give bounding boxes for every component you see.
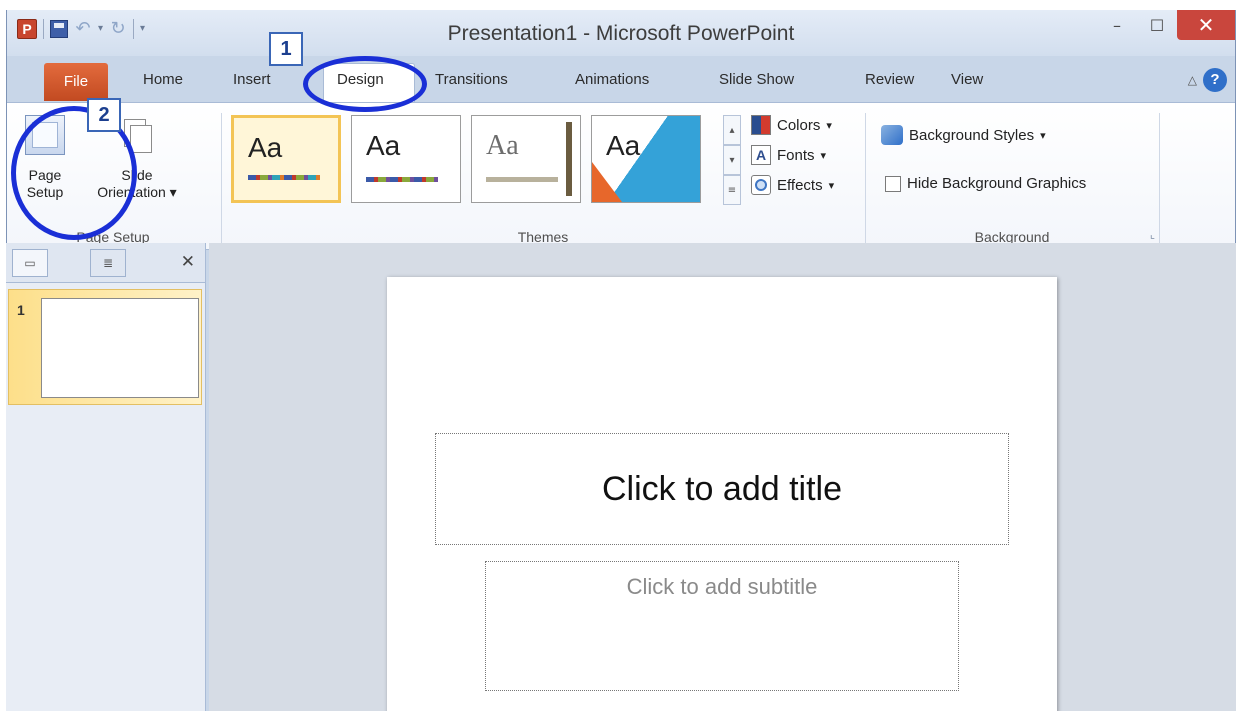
theme-color-bar [248, 175, 320, 180]
hide-background-graphics-label: Hide Background Graphics [907, 175, 1087, 192]
theme-office-2[interactable]: Aa [351, 115, 461, 203]
tab-insert[interactable]: Insert [233, 71, 271, 88]
help-icon[interactable]: ? [1203, 68, 1227, 92]
minimize-ribbon-icon[interactable]: △ [1188, 73, 1197, 87]
fonts-button[interactable]: A Fonts ▾ [751, 145, 826, 165]
gallery-more-icon[interactable]: ≡ [723, 175, 741, 205]
dialog-launcher-icon[interactable]: ⌞ [1150, 228, 1155, 241]
theme-color-bar [486, 177, 558, 182]
chevron-down-icon: ▾ [826, 119, 832, 132]
title-placeholder[interactable]: Click to add title [435, 433, 1009, 545]
orientation-page-front [130, 125, 152, 153]
window-controls: – ☐ ✕ [1097, 10, 1235, 40]
tab-transitions[interactable]: Transitions [435, 71, 508, 88]
ribbon: Page Setup Slide Orientation ▾ Page Setu… [7, 102, 1235, 250]
theme-accent-triangle [592, 162, 622, 202]
gallery-down-icon[interactable]: ▾ [723, 145, 741, 175]
group-separator [1159, 113, 1160, 243]
slide-thumbnail-number: 1 [17, 302, 25, 318]
slides-panel: ▭ ≣ ✕ 1 [6, 243, 206, 711]
group-separator [865, 113, 866, 243]
effects-label: Effects [777, 176, 823, 194]
slides-panel-tabs: ▭ ≣ ✕ [6, 243, 205, 283]
gallery-up-icon[interactable]: ▴ [723, 115, 741, 145]
slide-thumbnail[interactable] [41, 298, 199, 398]
background-styles-label: Background Styles [909, 126, 1035, 144]
slide-canvas[interactable]: Click to add title Click to add subtitle [387, 277, 1057, 711]
tab-review[interactable]: Review [865, 71, 914, 88]
chevron-down-icon: ▾ [820, 149, 827, 162]
colors-label: Colors [777, 116, 821, 134]
slide-editing-area: Click to add title Click to add subtitle [209, 243, 1236, 711]
group-separator [221, 113, 222, 243]
slides-tab-icon[interactable]: ▭ [12, 249, 48, 277]
theme-serif[interactable]: Aa [471, 115, 581, 203]
checkbox-icon[interactable] [885, 175, 901, 192]
annotation-ellipse-design [303, 56, 427, 112]
hide-background-graphics-checkbox[interactable]: Hide Background Graphics [885, 175, 1086, 192]
minimize-button[interactable]: – [1097, 10, 1137, 40]
slide-thumbnail-item[interactable]: 1 [8, 289, 202, 405]
window-title: Presentation1 - Microsoft PowerPoint [447, 22, 795, 45]
close-button[interactable]: ✕ [1177, 10, 1235, 40]
effects-icon [751, 175, 771, 195]
themes-gallery: Aa Aa Aa Aa [231, 115, 711, 207]
theme-sample-text: Aa [366, 130, 401, 161]
theme-sample-text: Aa [606, 130, 641, 161]
themes-gallery-scroll: ▴ ▾ ≡ [723, 115, 741, 205]
chevron-down-icon: ▾ [828, 179, 835, 192]
fonts-icon: A [751, 145, 771, 165]
theme-sample-text: Aa [248, 132, 283, 163]
chevron-down-icon: ▾ [1040, 129, 1046, 142]
maximize-button[interactable]: ☐ [1137, 10, 1177, 40]
tab-animations[interactable]: Animations [575, 71, 649, 88]
background-styles-icon [881, 125, 903, 145]
background-styles-button[interactable]: Background Styles ▾ [881, 125, 1046, 145]
tab-slide-show[interactable]: Slide Show [719, 71, 794, 88]
fonts-label: Fonts [777, 146, 815, 164]
chevron-down-icon: ▾ [169, 184, 177, 200]
tab-view[interactable]: View [951, 71, 983, 88]
theme-office[interactable]: Aa [231, 115, 341, 203]
theme-blue-angle[interactable]: Aa [591, 115, 701, 203]
theme-sample-text: Aa [486, 130, 519, 161]
title-bar: P ↶ ▾ ↻ ▾ Presentation1 - Microsoft Powe… [7, 10, 1235, 56]
annotation-callout-2: 2 [87, 98, 121, 132]
theme-accent-stripe [566, 122, 572, 196]
tab-file[interactable]: File [44, 63, 108, 101]
colors-button[interactable]: Colors ▾ [751, 115, 832, 135]
theme-color-bar [366, 177, 438, 182]
effects-button[interactable]: Effects ▾ [751, 175, 834, 195]
annotation-callout-1: 1 [269, 32, 303, 66]
close-icon[interactable]: ✕ [181, 252, 195, 272]
tab-home[interactable]: Home [143, 71, 183, 88]
subtitle-placeholder[interactable]: Click to add subtitle [485, 561, 959, 691]
help-area: △ ? [1188, 68, 1227, 92]
colors-icon [751, 115, 771, 135]
outline-tab-icon[interactable]: ≣ [90, 249, 126, 277]
